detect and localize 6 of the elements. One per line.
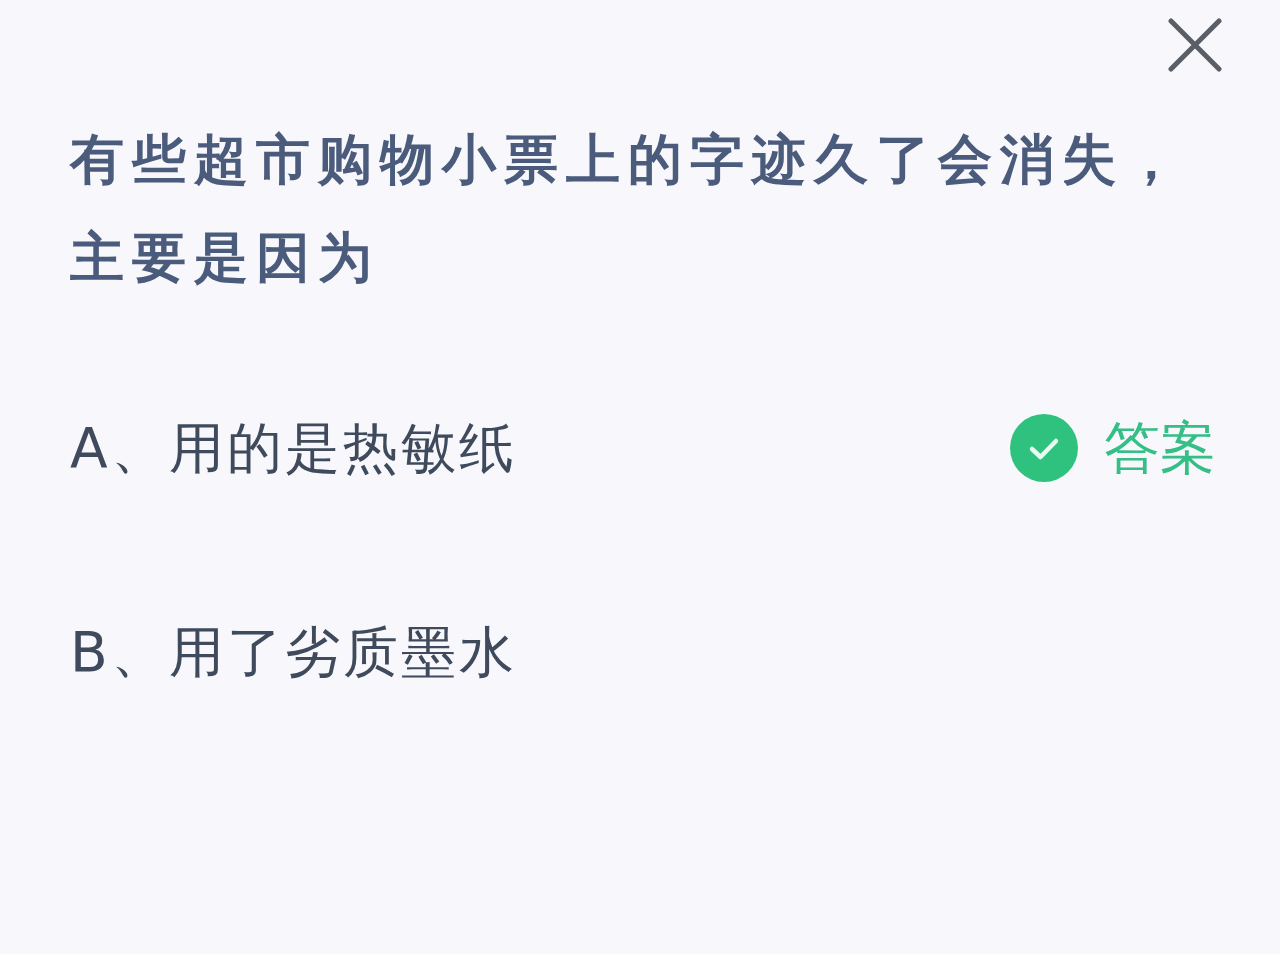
option-text[interactable]: B、用了劣质墨水 (70, 602, 517, 702)
close-icon (1168, 18, 1222, 72)
close-button[interactable] (1168, 18, 1222, 72)
option-text[interactable]: A、用的是热敏纸 (70, 398, 517, 498)
answer-label: 答案 (1104, 414, 1216, 482)
question-text: 有些超市购物小票上的字迹久了会消失，主要是因为 (70, 127, 1187, 291)
